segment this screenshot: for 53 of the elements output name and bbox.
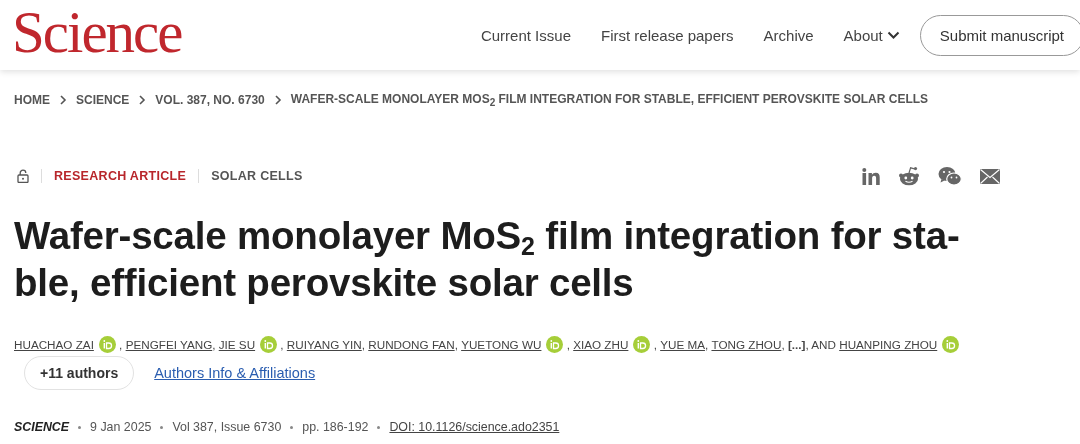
article-type-link[interactable]: RESEARCH ARTICLE <box>54 169 187 184</box>
orcid-icon[interactable] <box>98 336 116 354</box>
page-range: pp. 186-192 <box>302 420 369 435</box>
author-separator: , <box>212 338 217 352</box>
breadcrumb-link[interactable]: SCIENCE <box>76 93 130 108</box>
nav-link[interactable]: Archive <box>763 26 814 44</box>
author-link[interactable]: YUE MA <box>660 338 705 352</box>
author-separator: , <box>565 338 571 352</box>
breadcrumb-link[interactable]: HOME <box>14 93 50 108</box>
nav-link[interactable]: First release papers <box>601 26 734 44</box>
linkedin-icon[interactable] <box>862 167 880 185</box>
author-separator: , <box>652 338 658 352</box>
author-separator: , <box>279 338 285 352</box>
author-separator: , <box>781 338 786 352</box>
author-link[interactable]: XIAO ZHU <box>573 338 629 352</box>
envelope-icon[interactable] <box>980 168 1000 184</box>
nav-link[interactable]: Current Issue <box>480 26 571 44</box>
science-logo[interactable]: Science <box>12 2 182 62</box>
journal-name: SCIENCE <box>14 420 70 435</box>
chevron-right-icon <box>138 95 147 106</box>
breadcrumb-link[interactable]: VOL. 387, NO. 6730 <box>155 93 265 108</box>
affiliations-link[interactable]: Authors Info & Affiliations <box>154 365 316 382</box>
alien-head-icon[interactable] <box>898 166 920 187</box>
author-separator: , AND <box>805 338 837 352</box>
author-separator: , <box>704 338 710 352</box>
publication-date: 9 Jan 2025 <box>90 420 152 435</box>
author-link[interactable]: YUETONG WU <box>461 338 542 352</box>
author-link[interactable]: HUACHAO ZAI <box>14 338 94 352</box>
author-separator: , <box>454 338 459 352</box>
orcid-icon[interactable] <box>633 336 651 354</box>
author-separator: , <box>118 338 124 352</box>
nav-dropdown[interactable]: About <box>843 26 900 44</box>
author-link[interactable]: HUANPING ZHOU <box>839 338 938 352</box>
orcid-icon[interactable] <box>942 336 960 354</box>
more-authors-button[interactable]: +11 authors <box>24 356 135 391</box>
chat-bubbles-icon[interactable] <box>938 166 962 187</box>
breadcrumb-link[interactable]: WAFER-SCALE MONOLAYER MOS$_{2}$ FILM INTEGRATION FOR STABLE, EFFICIENT PEROVSKITE SOLAR CELLS <box>290 92 929 109</box>
author-link[interactable]: RUNDONG FAN <box>368 338 455 352</box>
author-separator: , <box>361 338 366 352</box>
chevron-right-icon <box>273 95 282 106</box>
chevron-down-icon <box>886 30 900 40</box>
orcid-icon[interactable] <box>546 336 564 354</box>
chevron-right-icon <box>59 95 67 106</box>
unlocked-padlock-icon <box>17 169 29 184</box>
volume-issue: Vol 387, Issue 6730 <box>172 420 282 435</box>
author-link[interactable]: RUIYANG YIN <box>286 338 362 352</box>
doi-link[interactable]: DOI: 10.1126/science.ado2351 <box>389 420 560 435</box>
submit-manuscript-button[interactable]: Submit manuscript <box>919 14 1080 56</box>
author-link[interactable]: TONG ZHOU <box>711 338 782 352</box>
author-link[interactable]: JIE SU <box>218 338 256 352</box>
article-title: Wafer-scale monolayer MoS$_{2}$ film integration for sta- ble, efficient perovskite solar cells <box>14 213 961 307</box>
topic-link[interactable]: SOLAR CELLS <box>211 169 303 184</box>
orcid-icon[interactable] <box>260 336 278 354</box>
